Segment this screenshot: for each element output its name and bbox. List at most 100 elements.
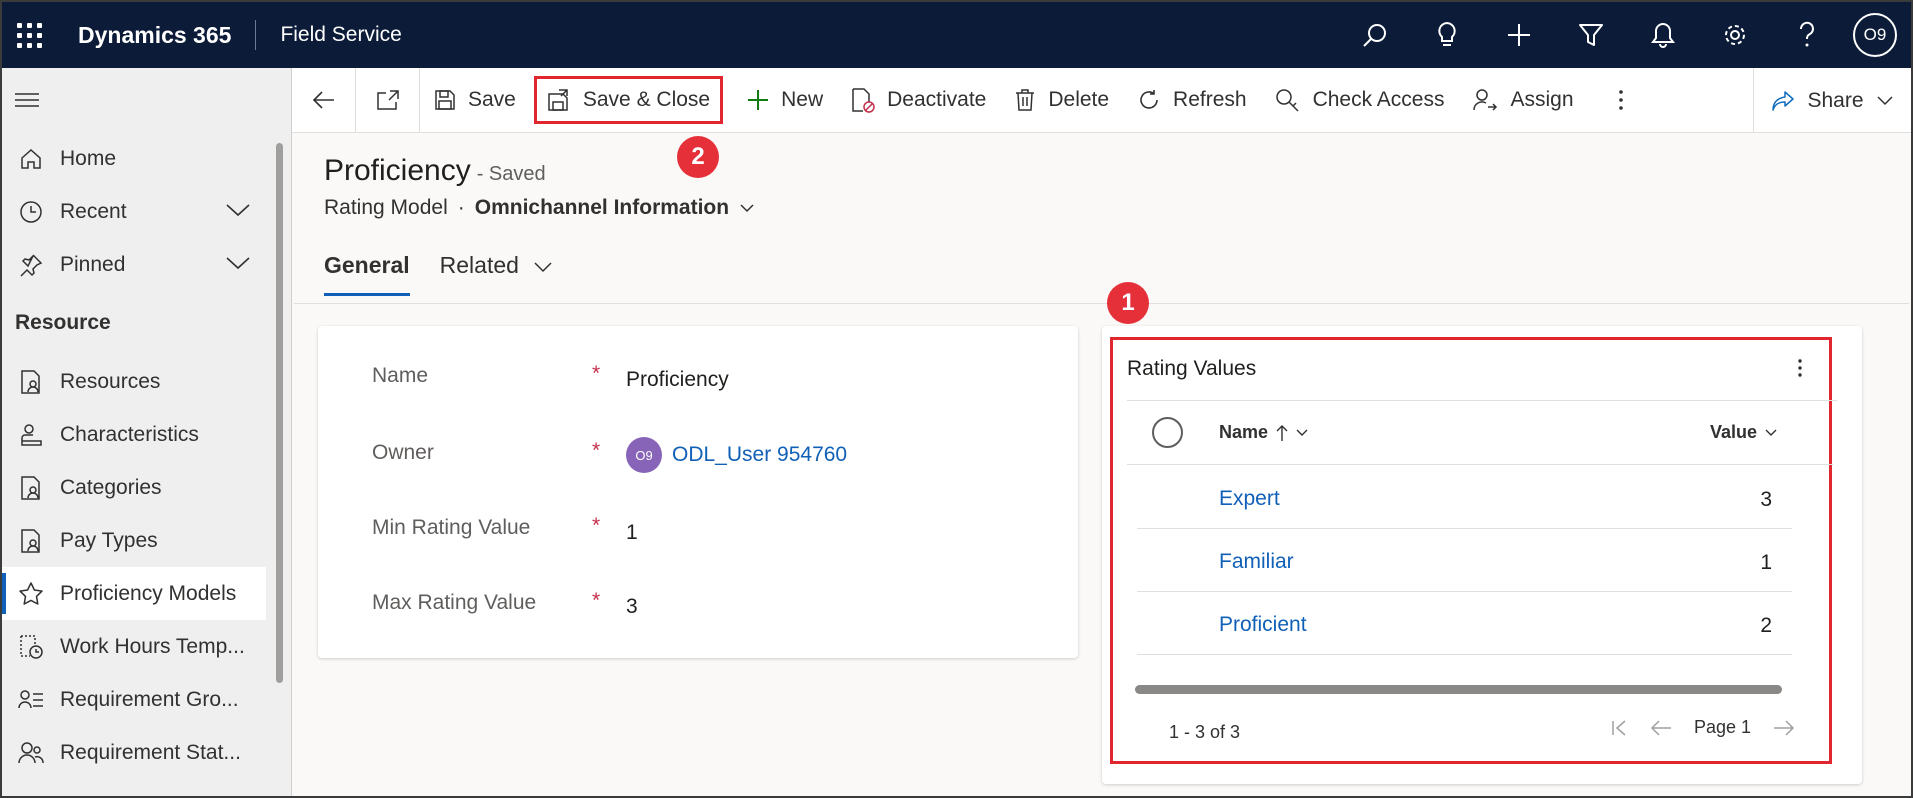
form-selector[interactable]: Omnichannel Information [475, 196, 729, 220]
check-access-button[interactable]: Check Access [1261, 68, 1459, 133]
plus-icon[interactable] [1483, 2, 1555, 68]
row-divider [1137, 654, 1792, 655]
deactivate-button[interactable]: Deactivate [837, 68, 1000, 133]
sort-ascending-icon [1276, 424, 1288, 441]
header-divider [294, 303, 1909, 304]
table-row-name-link[interactable]: Expert [1219, 487, 1280, 511]
person-arrow-icon [1473, 89, 1498, 111]
sidebar-item-characteristics[interactable]: Characteristics [2, 408, 291, 461]
name-label: Name [372, 364, 429, 387]
document-person-icon [2, 475, 60, 501]
delete-button[interactable]: Delete [1000, 68, 1123, 133]
required-indicator: * [592, 589, 601, 612]
app-launcher-icon[interactable] [2, 2, 56, 68]
chevron-down-icon[interactable] [739, 203, 755, 213]
column-header-value[interactable]: Value [1710, 422, 1777, 443]
sidebar-item-requirement-statuses[interactable]: Requirement Stat... [2, 726, 291, 779]
tab-general[interactable]: General [324, 252, 410, 296]
key-search-icon [1275, 89, 1299, 112]
back-button[interactable] [292, 67, 356, 133]
owner-link[interactable]: ODL_User 954760 [672, 443, 847, 467]
divider [1127, 464, 1833, 465]
trash-icon [1016, 89, 1035, 111]
app-name[interactable]: Field Service [256, 23, 401, 47]
required-indicator: * [592, 362, 601, 385]
home-icon [2, 147, 60, 171]
record-count: 1 - 3 of 3 [1169, 722, 1241, 742]
column-header-name[interactable]: Name [1219, 422, 1308, 443]
save-and-close-button[interactable]: Save & Close [533, 76, 724, 124]
sidebar-group-title: Resource [15, 311, 111, 334]
assign-label: Assign [1510, 88, 1574, 111]
min-rating-label: Min Rating Value [372, 516, 531, 539]
table-row-value: 2 [1760, 614, 1772, 637]
sidebar-item-label: Categories [60, 475, 162, 499]
table-row-value: 3 [1760, 488, 1772, 511]
share-button[interactable]: Share [1753, 68, 1911, 133]
clock-icon [2, 200, 60, 224]
lightbulb-icon[interactable] [1411, 2, 1483, 68]
document-person-icon [2, 369, 60, 395]
sidebar-scrollbar[interactable] [276, 143, 283, 683]
help-icon[interactable] [1771, 2, 1843, 68]
select-all-checkbox[interactable] [1152, 417, 1183, 448]
sidebar-item-home[interactable]: Home [2, 132, 291, 185]
sidebar-item-categories[interactable]: Categories [2, 461, 291, 514]
column-header-label: Value [1710, 422, 1758, 442]
save-button[interactable]: Save [420, 68, 530, 133]
chevron-down-icon [1296, 429, 1308, 436]
user-avatar[interactable]: O9 [1853, 13, 1897, 57]
chevron-down-icon[interactable] [225, 200, 251, 224]
chevron-down-icon [534, 262, 552, 273]
more-commands-button[interactable] [1588, 68, 1654, 133]
tab-related[interactable]: Related [440, 252, 554, 296]
min-rating-field[interactable]: 1 [626, 521, 638, 545]
gear-icon[interactable] [1699, 2, 1771, 68]
brand-title[interactable]: Dynamics 365 [56, 22, 255, 49]
plus-icon [748, 90, 769, 110]
owner-field[interactable]: O9 ODL_User 954760 [626, 437, 847, 473]
table-row-name-link[interactable]: Proficient [1219, 613, 1307, 637]
subgrid-title: Rating Values [1127, 357, 1257, 380]
sidebar-item-label: Recent [60, 199, 127, 223]
new-label: New [781, 88, 824, 111]
open-new-window-button[interactable] [356, 67, 420, 133]
chevron-down-icon [1765, 429, 1777, 436]
first-page-icon[interactable] [1610, 719, 1628, 737]
person-desk-icon [2, 423, 60, 447]
search-icon[interactable] [1339, 2, 1411, 68]
filter-icon[interactable] [1555, 2, 1627, 68]
name-field[interactable]: Proficiency [626, 368, 729, 392]
chevron-down-icon[interactable] [225, 253, 251, 277]
table-row-name-link[interactable]: Familiar [1219, 550, 1294, 574]
check-access-label: Check Access [1312, 88, 1445, 111]
sidebar-item-label: Requirement Stat... [60, 740, 241, 764]
new-button[interactable]: New [733, 68, 837, 133]
bell-icon[interactable] [1627, 2, 1699, 68]
more-vertical-icon [1618, 90, 1623, 110]
sidebar-item-resources[interactable]: Resources [2, 355, 291, 408]
row-divider [1137, 528, 1792, 529]
refresh-button[interactable]: Refresh [1123, 68, 1261, 133]
next-page-icon[interactable] [1773, 719, 1795, 737]
required-indicator: * [592, 514, 601, 537]
hamburger-menu-icon[interactable] [2, 68, 291, 132]
sidebar-item-recent[interactable]: Recent [2, 185, 291, 238]
sidebar-item-label: Home [60, 146, 117, 170]
sidebar-item-requirement-groups[interactable]: Requirement Gro... [2, 673, 291, 726]
sidebar-item-pay-types[interactable]: Pay Types [2, 514, 291, 567]
avatar: O9 [626, 437, 662, 473]
sidebar-item-label: Requirement Gro... [60, 687, 239, 711]
page-title: Proficiency [324, 154, 471, 187]
sidebar-item-work-hours-templates[interactable]: Work Hours Temp... [2, 620, 291, 673]
refresh-label: Refresh [1173, 88, 1247, 111]
assign-button[interactable]: Assign [1458, 68, 1587, 133]
sidebar-item-pinned[interactable]: Pinned [2, 238, 291, 291]
sidebar-item-label: Work Hours Temp... [60, 634, 245, 658]
previous-page-icon[interactable] [1650, 719, 1672, 737]
callout-badge-1: 1 [1107, 282, 1149, 324]
max-rating-field[interactable]: 3 [626, 595, 638, 619]
horizontal-scrollbar[interactable] [1135, 685, 1782, 694]
more-vertical-icon[interactable] [1797, 358, 1803, 383]
sidebar-item-proficiency-models[interactable]: Proficiency Models [2, 567, 266, 620]
